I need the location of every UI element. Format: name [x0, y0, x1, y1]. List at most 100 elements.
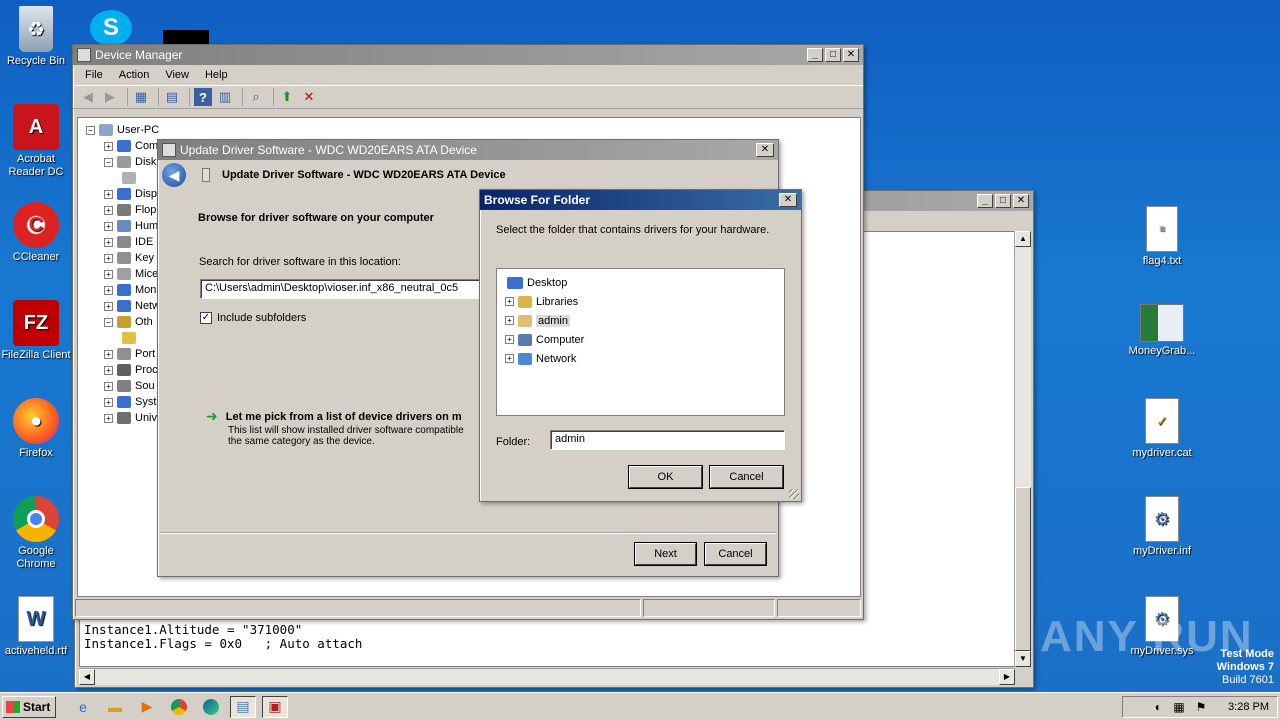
device-manager-title: Device Manager	[95, 48, 183, 62]
menu-action[interactable]: Action	[111, 69, 158, 81]
expand-icon[interactable]: +	[104, 237, 113, 247]
include-subfolders-checkbox-row[interactable]: ✓ Include subfolders	[200, 312, 306, 324]
skype-icon[interactable]: S	[90, 10, 132, 46]
show-hide-tree-icon[interactable]: ▦	[132, 88, 150, 106]
desktop-icon-acrobat[interactable]: A Acrobat Reader DC	[0, 104, 72, 179]
collapse-icon[interactable]: −	[104, 317, 113, 327]
back-arrow-icon[interactable]: ◀	[162, 163, 186, 187]
desktop-icon-firefox[interactable]: ● Firefox	[0, 398, 72, 460]
device-manager-icon[interactable]: ▣	[262, 695, 288, 718]
device-manager-titlebar[interactable]: Device Manager _ □ ✕	[73, 45, 863, 65]
start-button[interactable]: Start	[2, 695, 56, 718]
maximize-button[interactable]: □	[995, 194, 1011, 208]
uninstall-icon[interactable]: ✕	[300, 88, 318, 106]
expand-icon[interactable]: +	[104, 285, 113, 295]
scroll-thumb[interactable]	[1015, 487, 1031, 651]
expand-icon[interactable]: +	[505, 354, 514, 363]
device-category-label: Mon	[135, 284, 157, 296]
minimize-button[interactable]: _	[977, 194, 993, 208]
expand-icon[interactable]: +	[104, 189, 113, 199]
expand-icon[interactable]: +	[104, 221, 113, 231]
scroll-left-arrow-icon[interactable]: ◀	[79, 669, 95, 685]
ie-icon[interactable]: e	[70, 696, 96, 718]
menu-view[interactable]: View	[157, 69, 197, 81]
browse-folder-dialog[interactable]: Browse For Folder ✕ Select the folder th…	[479, 189, 802, 502]
tree-item-desktop[interactable]: Desktop	[497, 273, 784, 292]
back-arrow-icon[interactable]: ◀	[79, 88, 97, 106]
desktop-icon-label: flag4.txt	[1142, 255, 1182, 267]
update-driver-titlebar[interactable]: Update Driver Software - WDC WD20EARS AT…	[158, 140, 778, 160]
minimize-button[interactable]: _	[807, 48, 823, 62]
scroll-up-arrow-icon[interactable]: ▲	[1015, 231, 1031, 247]
clock[interactable]: 3:28 PM	[1228, 701, 1269, 713]
expand-icon[interactable]: +	[505, 335, 514, 344]
cancel-button[interactable]: Cancel	[705, 543, 766, 565]
media-player-icon[interactable]: ▶	[134, 696, 160, 718]
action-center-flag-icon[interactable]: ⚑	[1194, 700, 1208, 714]
folder-tree[interactable]: Desktop + Libraries + admin + Computer +…	[496, 268, 785, 416]
menu-file[interactable]: File	[77, 69, 111, 81]
notepad-icon[interactable]: ▤	[230, 695, 256, 718]
maximize-button[interactable]: □	[825, 48, 841, 62]
collapse-icon[interactable]: −	[104, 157, 113, 167]
close-button[interactable]: ✕	[1013, 194, 1029, 208]
driver-path-input[interactable]: C:\Users\admin\Desktop\vioser.inf_x86_ne…	[200, 279, 490, 299]
close-button[interactable]: ✕	[843, 48, 859, 62]
folder-input[interactable]: admin	[550, 430, 785, 450]
network-icon[interactable]: ▦	[1172, 700, 1186, 714]
device-category-label: Hum	[135, 220, 159, 232]
expand-icon[interactable]: +	[104, 349, 113, 359]
vertical-scrollbar[interactable]: ▲ ▼	[1014, 231, 1031, 667]
desktop-icon-filezilla[interactable]: FZ FileZilla Client	[0, 300, 72, 362]
expand-icon[interactable]: +	[104, 141, 113, 151]
expand-icon[interactable]: +	[505, 297, 514, 306]
expand-icon[interactable]: +	[505, 316, 514, 325]
expand-icon[interactable]: +	[104, 381, 113, 391]
cancel-button[interactable]: Cancel	[710, 466, 783, 488]
scroll-down-arrow-icon[interactable]: ▼	[1015, 651, 1031, 667]
desktop-icon-chrome[interactable]: Google Chrome	[0, 496, 72, 571]
volume-icon[interactable]: ◖	[1150, 700, 1164, 714]
menu-help[interactable]: Help	[197, 69, 236, 81]
expand-icon[interactable]: +	[104, 253, 113, 263]
desktop-icon-flag4[interactable]: ≡ flag4.txt	[1124, 206, 1200, 268]
explorer-icon[interactable]: ▬	[102, 696, 128, 718]
tree-item-libraries[interactable]: + Libraries	[497, 292, 784, 311]
desktop-icon-ccleaner[interactable]: C CCleaner	[0, 202, 72, 264]
desktop-icon-moneygrab[interactable]: MoneyGrab...	[1124, 304, 1200, 358]
edge-icon[interactable]	[198, 696, 224, 718]
expand-icon[interactable]: +	[104, 301, 113, 311]
tree-root[interactable]: − User-PC	[86, 122, 860, 138]
tree-item-network[interactable]: + Network	[497, 349, 784, 368]
expand-icon[interactable]: +	[104, 269, 113, 279]
update-driver-icon[interactable]: ⬆	[278, 88, 296, 106]
horizontal-scrollbar[interactable]: ◀ ▶	[79, 668, 1015, 685]
forward-arrow-icon[interactable]: ▶	[101, 88, 119, 106]
desktop-icon-recycle-bin[interactable]: ♻ Recycle Bin	[0, 6, 72, 68]
expand-icon[interactable]: +	[104, 397, 113, 407]
close-button[interactable]: ✕	[756, 143, 774, 157]
pick-driver-option[interactable]: ➜ Let me pick from a list of device driv…	[206, 408, 464, 447]
desktop-icon-activeheld[interactable]: W activeheld.rtf	[0, 596, 72, 658]
resize-grip-icon[interactable]	[789, 489, 799, 499]
help-icon[interactable]: ?	[194, 88, 212, 106]
checkbox-checked-icon[interactable]: ✓	[200, 312, 212, 324]
tree-item-admin[interactable]: + admin	[497, 311, 784, 330]
view-icon[interactable]: ▥	[216, 88, 234, 106]
expand-icon[interactable]: +	[104, 413, 113, 423]
expand-icon[interactable]: +	[104, 205, 113, 215]
ok-button[interactable]: OK	[629, 466, 702, 488]
next-button[interactable]: Next	[635, 543, 696, 565]
properties-icon[interactable]: ▤	[163, 88, 181, 106]
desktop-icon-mydriver-inf[interactable]: ⚙ myDriver.inf	[1124, 496, 1200, 558]
scroll-right-arrow-icon[interactable]: ▶	[999, 669, 1015, 685]
chrome-icon[interactable]	[166, 696, 192, 718]
expand-icon[interactable]: +	[104, 365, 113, 375]
pick-driver-link[interactable]: Let me pick from a list of device driver…	[226, 411, 462, 423]
close-button[interactable]: ✕	[779, 193, 797, 207]
browse-folder-titlebar[interactable]: Browse For Folder ✕	[480, 190, 801, 210]
scan-hardware-icon[interactable]: ⌕	[247, 88, 265, 106]
tree-item-computer[interactable]: + Computer	[497, 330, 784, 349]
collapse-icon[interactable]: −	[86, 125, 95, 135]
desktop-icon-mydriver-cat[interactable]: ✓ mydriver.cat	[1124, 398, 1200, 460]
